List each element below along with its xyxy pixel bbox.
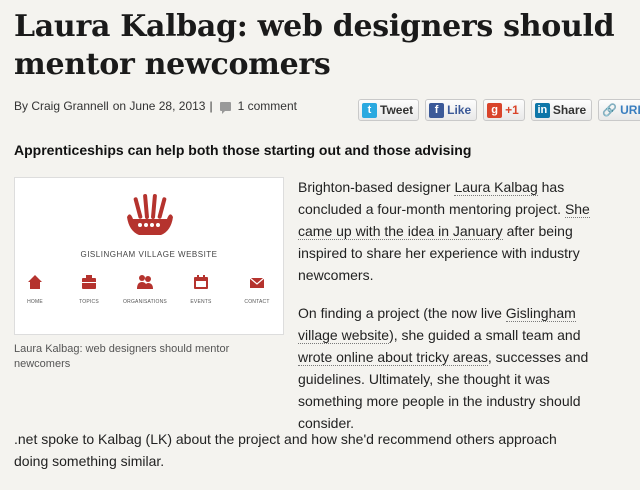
google-plusone-button[interactable]: g +1 (483, 99, 525, 121)
figure-nav-label: EVENTS (190, 299, 212, 305)
laura-kalbag-link[interactable]: Laura Kalbag (454, 179, 538, 196)
comment-icon (219, 101, 231, 114)
figure-nav-organisations: ORGANISATIONS (115, 274, 175, 305)
share-bar: t Tweet f Like g +1 in Share 🔗 URL (358, 99, 640, 121)
byline-author[interactable]: By Craig Grannell (14, 99, 109, 113)
figure-site-name: GISLINGHAM VILLAGE WEBSITE (80, 250, 218, 259)
twitter-icon: t (362, 102, 377, 118)
byline-date: on June 28, 2013 (112, 99, 206, 113)
house-icon (28, 275, 42, 289)
figure-nav-label: HOME (27, 299, 43, 305)
like-label: Like (447, 103, 472, 117)
link-icon: 🔗 (602, 103, 618, 117)
figure-nav-label: ORGANISATIONS (123, 299, 167, 305)
facebook-icon: f (429, 102, 445, 118)
topics-icon (82, 275, 96, 289)
google-plus-icon: g (487, 102, 503, 118)
tweet-button[interactable]: t Tweet (358, 99, 420, 121)
linkedin-share-button[interactable]: in Share (530, 99, 593, 121)
linkedin-icon: in (534, 102, 550, 118)
p2-text: On finding a project (the now live (298, 305, 506, 321)
facebook-like-button[interactable]: f Like (425, 99, 478, 121)
tweet-label: Tweet (380, 103, 414, 117)
figure-nav-home: HOME (5, 274, 65, 305)
envelope-icon (249, 277, 265, 288)
plusone-label: +1 (505, 103, 519, 117)
byline-separator: | (209, 99, 213, 113)
figure-nav-label: CONTACT (244, 299, 270, 305)
linkedin-label: Share (552, 103, 587, 117)
paragraph-2: On finding a project (the now live Gisli… (298, 302, 598, 434)
figure-nav-contact: CONTACT (227, 274, 287, 305)
people-icon (137, 275, 153, 289)
byline: By Craig Grannell on June 28, 2013 | 1 c… (14, 99, 297, 114)
article-title: Laura Kalbag: web designers should mento… (14, 9, 615, 82)
comments-link[interactable]: 1 comment (238, 99, 297, 113)
paragraph-1: Brighton-based designer Laura Kalbag has… (298, 176, 608, 286)
article-subhead: Apprenticeships can help both those star… (14, 142, 472, 158)
url-label: URL (620, 103, 640, 117)
tricky-areas-link[interactable]: wrote online about tricky areas (298, 349, 488, 366)
figure-nav-events: EVENTS (171, 274, 231, 305)
viking-ship-logo (127, 194, 173, 235)
figure-nav-topics: TOPICS (59, 274, 119, 305)
figure-caption: Laura Kalbag: web designers should mento… (14, 343, 230, 370)
p1-text: Brighton-based designer (298, 179, 455, 195)
figure-nav-label: TOPICS (79, 299, 99, 305)
p2-text: ), she guided a small team and (389, 327, 581, 343)
paragraph-3: .net spoke to Kalbag (LK) about the proj… (14, 431, 557, 469)
calendar-icon (194, 275, 208, 289)
article-figure: GISLINGHAM VILLAGE WEBSITE HOME TOPICS O… (14, 177, 284, 335)
url-button[interactable]: 🔗 URL (598, 99, 640, 121)
